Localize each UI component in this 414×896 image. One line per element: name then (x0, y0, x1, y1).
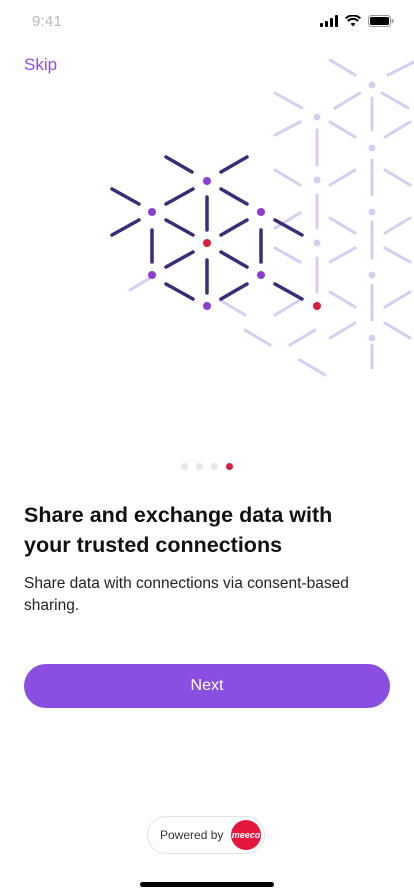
signal-icon (320, 15, 338, 27)
status-time: 9:41 (32, 13, 62, 30)
next-button[interactable]: Next (24, 664, 390, 708)
page-description: Share data with connections via consent-… (24, 575, 349, 614)
background-nodes (313, 81, 376, 342)
network-illustration (110, 58, 414, 377)
background-lattice (128, 58, 414, 377)
powered-by-label: Powered by (160, 828, 224, 842)
status-icons (320, 15, 394, 27)
page-dot-4-active[interactable] (226, 463, 233, 470)
meeco-logo: meeco (231, 820, 261, 850)
powered-by-badge[interactable]: Powered by meeco (147, 816, 265, 854)
status-bar: 9:41 (0, 0, 414, 44)
wifi-icon (345, 15, 361, 27)
home-indicator[interactable] (140, 882, 274, 887)
page-indicator (0, 463, 414, 470)
page-title: Share and exchange data with your truste… (24, 503, 333, 557)
battery-icon (368, 15, 394, 27)
page-dot-1[interactable] (181, 463, 188, 470)
page-dot-2[interactable] (196, 463, 203, 470)
page-dot-3[interactable] (211, 463, 218, 470)
